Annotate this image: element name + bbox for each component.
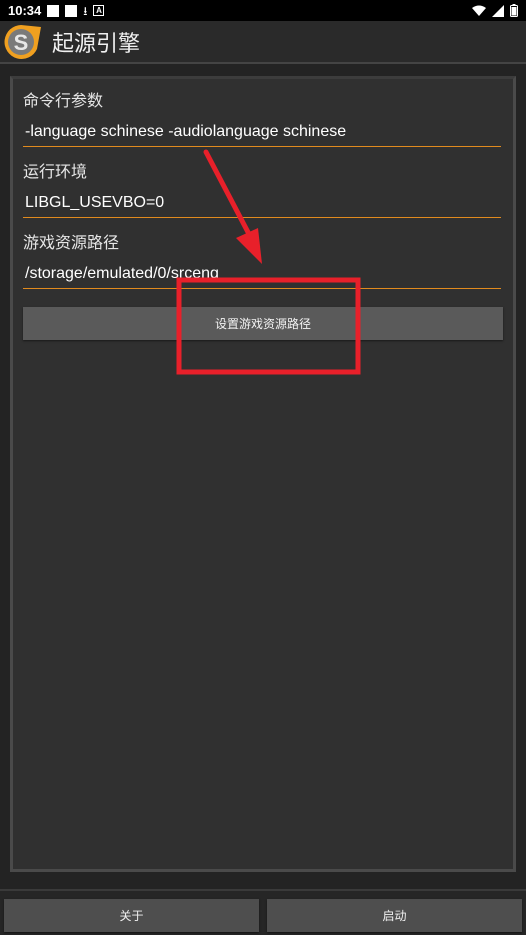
a-badge-icon: A: [93, 5, 105, 16]
status-right: [472, 4, 518, 17]
notification-square-icon: [65, 4, 78, 17]
status-bar: 10:34 ⭳ A: [0, 0, 526, 21]
launch-button[interactable]: 启动: [267, 899, 522, 932]
env-label: 运行环境: [23, 162, 88, 181]
battery-icon: [510, 4, 518, 17]
source-engine-logo-icon: S: [4, 24, 41, 59]
gamepath-label: 游戏资源路径: [23, 233, 120, 252]
status-left: 10:34 ⭳ A: [8, 3, 105, 18]
env-input[interactable]: [23, 188, 501, 218]
settings-panel: 命令行参数 运行环境 游戏资源路径 设置游戏资源路径: [10, 76, 516, 872]
download-icon: ⭳: [83, 3, 88, 18]
wifi-icon: [472, 5, 486, 16]
logo-letter: S: [14, 30, 29, 55]
notification-square-icon: [47, 4, 60, 17]
cmdline-label: 命令行参数: [23, 91, 104, 110]
about-button[interactable]: 关于: [4, 899, 259, 932]
status-time: 10:34: [8, 3, 42, 18]
action-bar: S 起源引擎: [0, 21, 526, 64]
app-title: 起源引擎: [52, 31, 141, 57]
gamepath-input[interactable]: [23, 259, 501, 289]
cmdline-input[interactable]: [23, 117, 501, 147]
app-logo: S: [0, 20, 46, 63]
bottom-bar: 关于 启动: [0, 889, 526, 935]
signal-icon: [492, 4, 504, 17]
set-game-path-button[interactable]: 设置游戏资源路径: [23, 307, 503, 340]
